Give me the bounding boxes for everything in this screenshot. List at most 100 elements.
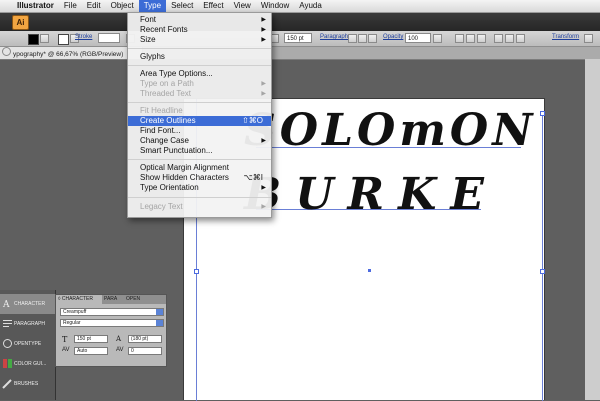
opentype-icon	[2, 338, 13, 349]
center-point[interactable]	[368, 269, 371, 272]
panel-dock: A CHARACTER PARAGRAPH OPENTYPE COLOR GUI…	[0, 290, 56, 400]
chevron-down-icon[interactable]	[156, 309, 163, 315]
menu-separator	[128, 65, 271, 66]
chevron-down-icon[interactable]	[156, 320, 163, 326]
tab-opentype[interactable]: OPEN	[124, 295, 146, 304]
menu-select[interactable]: Select	[166, 0, 198, 12]
opacity-field[interactable]: 100	[405, 33, 431, 43]
menu-view[interactable]: View	[229, 0, 256, 12]
character-panel: ◊ CHARACTER PARA OPEN Creampuff Regular …	[55, 294, 167, 367]
dock-item-label: PARAGRAPH	[14, 321, 46, 327]
menu-item-label: Create Outlines	[140, 116, 196, 125]
color-guide-icon	[2, 358, 13, 369]
menu-item-smart-punctuation[interactable]: Smart Punctuation...	[128, 146, 271, 156]
stroke-weight-field[interactable]	[98, 33, 120, 43]
tracking-field[interactable]: 0	[128, 347, 162, 355]
menu-item-glyphs[interactable]: Glyphs	[128, 52, 271, 62]
menu-edit[interactable]: Edit	[82, 0, 106, 12]
menu-type[interactable]: Type	[138, 0, 167, 12]
menu-item-label: Glyphs	[140, 52, 165, 61]
menu-item-shortcut: ⌥⌘I	[243, 173, 263, 182]
menu-item-label: Change Case	[140, 136, 189, 145]
dock-item-color-guide[interactable]: COLOR GUI...	[0, 354, 55, 374]
kerning-field[interactable]: Auto	[74, 347, 108, 355]
menu-item-type-on-a-path: Type on a Path ▶	[128, 79, 271, 89]
leading-field[interactable]: (180 pt)	[128, 335, 162, 343]
menu-item-label: Type Orientation	[140, 183, 199, 192]
submenu-arrow-icon: ▶	[261, 37, 266, 43]
font-size-field[interactable]: 150 pt	[284, 33, 312, 43]
submenu-arrow-icon: ▶	[261, 81, 266, 87]
menu-item-label: Find Font...	[140, 126, 181, 135]
opacity-dropdown-icon[interactable]	[433, 34, 442, 43]
menu-item-type-orientation[interactable]: Type Orientation ▶	[128, 183, 271, 193]
align-center-icon[interactable]	[358, 34, 367, 43]
menu-item-change-case[interactable]: Change Case ▶	[128, 136, 271, 146]
menu-item-create-outlines[interactable]: Create Outlines ⇧⌘O	[128, 116, 271, 126]
brushes-icon	[2, 378, 13, 389]
panel-menu-icon[interactable]	[584, 34, 593, 43]
menu-file[interactable]: File	[59, 0, 82, 12]
distribute-icon-2[interactable]	[505, 34, 514, 43]
paragraph-label[interactable]: Paragraph	[320, 34, 348, 40]
fill-dropdown-icon[interactable]	[40, 34, 49, 43]
selection-handle[interactable]	[540, 269, 545, 274]
submenu-arrow-icon: ▶	[261, 185, 266, 191]
align-objects-icon-3[interactable]	[477, 34, 486, 43]
tracking-icon: AV	[116, 347, 124, 353]
font-style-value: Regular	[63, 320, 81, 326]
menu-item-label: Font	[140, 15, 157, 24]
menu-bar: Illustrator File Edit Object Type Select…	[0, 0, 600, 13]
menu-item-area-type-options[interactable]: Area Type Options...	[128, 69, 271, 79]
menu-separator	[128, 159, 271, 160]
menu-item-threaded-text: Threaded Text ▶	[128, 89, 271, 99]
dock-item-paragraph[interactable]: PARAGRAPH	[0, 314, 55, 334]
align-left-icon[interactable]	[348, 34, 357, 43]
tab-character[interactable]: ◊ CHARACTER	[56, 295, 102, 304]
dock-item-label: BRUSHES	[14, 381, 39, 387]
font-family-value: Creampuff	[63, 309, 87, 315]
dock-item-brushes[interactable]: BRUSHES	[0, 374, 55, 394]
menu-item-show-hidden-characters[interactable]: Show Hidden Characters ⌥⌘I	[128, 173, 271, 183]
svg-text:A: A	[2, 300, 10, 309]
align-right-icon[interactable]	[368, 34, 377, 43]
dock-item-opentype[interactable]: OPENTYPE	[0, 334, 55, 354]
document-tab[interactable]: ypography* @ 66,67% (RGB/Preview)	[0, 47, 143, 59]
font-size-field[interactable]: 150 pt	[74, 335, 108, 343]
selection-handle[interactable]	[194, 269, 199, 274]
menu-effect[interactable]: Effect	[198, 0, 228, 12]
font-family-field[interactable]: Creampuff	[60, 308, 164, 316]
menu-item-font[interactable]: Font ▶	[128, 15, 271, 25]
menu-item-label: Fit Headline	[140, 106, 183, 115]
stroke-label[interactable]: Stroke	[75, 34, 92, 40]
align-objects-icon-2[interactable]	[466, 34, 475, 43]
fill-swatch[interactable]	[28, 34, 39, 45]
stroke-swatch[interactable]	[58, 34, 69, 45]
opacity-label[interactable]: Opacity	[383, 34, 403, 40]
close-tab-icon[interactable]	[2, 47, 11, 56]
distribute-icon-3[interactable]	[516, 34, 525, 43]
dock-item-label: COLOR GUI...	[14, 361, 47, 367]
menu-item-legacy-text: Legacy Text ▶	[128, 202, 271, 212]
menu-item-find-font[interactable]: Find Font...	[128, 126, 271, 136]
menu-window[interactable]: Window	[256, 0, 294, 12]
tab-paragraph[interactable]: PARA	[102, 295, 124, 304]
headline-line-1[interactable]: SOLOmON	[244, 105, 536, 156]
dock-item-character[interactable]: A CHARACTER	[0, 294, 55, 314]
headline-line-2[interactable]: BURKE	[244, 169, 498, 220]
menu-illustrator[interactable]: Illustrator	[14, 0, 59, 12]
menu-ayuda[interactable]: Ayuda	[294, 0, 327, 12]
transform-label[interactable]: Transform	[552, 34, 579, 40]
menu-object[interactable]: Object	[106, 0, 139, 12]
document-tab-bar: ypography* @ 66,67% (RGB/Preview)	[0, 47, 600, 60]
menu-item-optical-margin-alignment[interactable]: Optical Margin Alignment	[128, 163, 271, 173]
font-style-field[interactable]: Regular	[60, 319, 164, 327]
distribute-icon[interactable]	[494, 34, 503, 43]
menu-item-size[interactable]: Size ▶	[128, 35, 271, 45]
selection-handle[interactable]	[540, 111, 545, 116]
align-objects-icon[interactable]	[455, 34, 464, 43]
menu-item-recent-fonts[interactable]: Recent Fonts ▶	[128, 25, 271, 35]
right-panel-strip	[585, 59, 600, 400]
menu-separator	[128, 197, 271, 198]
kerning-icon: AV	[62, 347, 70, 353]
